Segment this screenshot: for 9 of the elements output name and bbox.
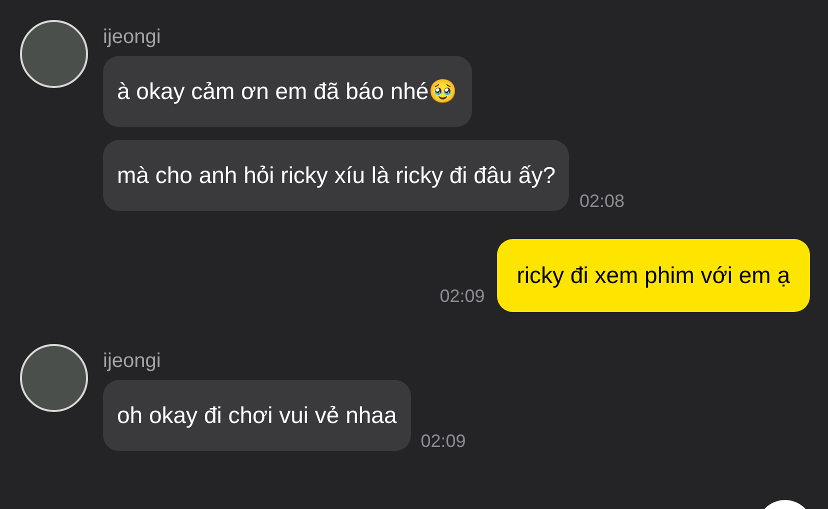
message-time: 02:09 <box>420 430 466 453</box>
message-bubble: mà cho anh hỏi ricky xíu là ricky đi đâu ấy? <box>103 140 570 211</box>
message-bubble: oh okay đi chơi vui vẻ nhaa <box>103 380 411 451</box>
message-time: 02:08 <box>579 190 625 213</box>
message-bubble: ricky đi xem phim với em ạ <box>496 239 810 312</box>
message-time: 02:09 <box>440 285 485 308</box>
message-bubble: à okay cảm ơn em đã báo nhé🥹 <box>103 56 472 127</box>
sender-name: ijeongi <box>103 25 162 49</box>
sender-name: ijeongi <box>103 349 162 373</box>
